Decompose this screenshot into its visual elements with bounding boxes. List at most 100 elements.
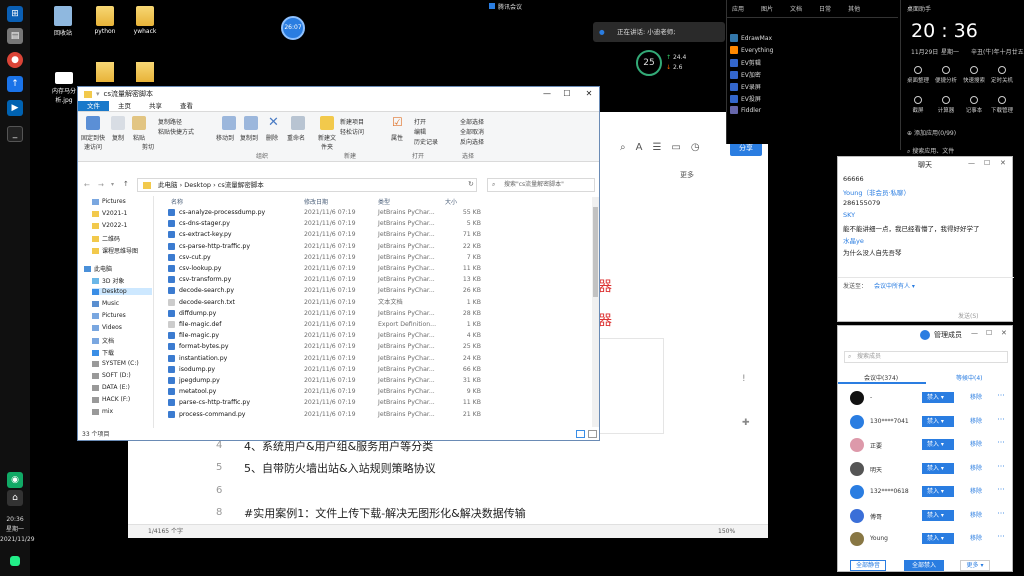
back-icon[interactable]: ← (84, 181, 90, 189)
forward-icon[interactable]: → (98, 181, 104, 189)
minimize-button[interactable]: — (971, 329, 978, 337)
quick-search[interactable]: 快速搜索 (961, 66, 987, 84)
send-button[interactable]: 发送(S) (958, 311, 979, 320)
file-row[interactable]: csv-cut.py 2021/11/6 07:19 JetBrains PyCha… (165, 252, 589, 263)
comment-icon[interactable]: ▭ (671, 142, 680, 153)
desktop-icon-ywhack[interactable]: ywhack (128, 6, 162, 35)
tab-view[interactable]: 查看 (171, 101, 202, 111)
nav-item[interactable]: SYSTEM (C:) (92, 360, 139, 367)
details-view-icon[interactable] (576, 430, 585, 438)
search-input[interactable]: ⌕ 搜索"cs流量解密脚本" (487, 178, 595, 192)
history-icon[interactable]: ◷ (691, 142, 700, 153)
delete-icon[interactable]: ✕ (268, 115, 279, 130)
properties-button[interactable]: 属性 (391, 133, 403, 142)
move-to-button[interactable]: 移动到 (216, 133, 234, 142)
more-icon[interactable]: ··· (994, 415, 1008, 427)
tab-in-meeting[interactable]: 会议中(374) (864, 373, 898, 382)
start-icon[interactable]: ⊞ (7, 6, 23, 22)
cut-button[interactable]: 剪切 (142, 142, 154, 151)
more-icon[interactable]: ··· (994, 509, 1008, 521)
add-comment-icon[interactable]: ✚ (742, 418, 750, 428)
tray-icon[interactable]: ◉ (7, 472, 23, 488)
list-icon[interactable]: ☰ (652, 142, 661, 153)
mute-all-button[interactable]: 全部静音 (850, 560, 886, 571)
apps-tab[interactable]: 图片 (761, 4, 773, 13)
folder-icon[interactable] (96, 62, 114, 82)
file-row[interactable]: format-bytes.py 2021/11/6 07:19 JetBrains … (165, 341, 589, 352)
admit-button[interactable]: 禁入 ▾ (922, 533, 954, 544)
apps-tab[interactable]: 日常 (819, 4, 831, 13)
nav-item[interactable]: V2022-1 (92, 222, 127, 229)
nav-item[interactable]: 文档 (92, 336, 114, 345)
quick-analyze[interactable]: 便捷分析 (933, 66, 959, 84)
nav-item[interactable]: 课程思维导图 (92, 246, 138, 255)
move-to-icon[interactable] (222, 116, 236, 130)
history-button[interactable]: 历史记录 (414, 137, 438, 146)
remove-button[interactable]: 移除 (962, 392, 990, 403)
nav-item[interactable]: Music (92, 300, 119, 307)
quick-screenshot[interactable]: 截屏 (905, 96, 931, 114)
maximize-button[interactable]: ☐ (984, 159, 990, 167)
tab-waiting[interactable]: 等候中(4) (956, 373, 983, 382)
nav-item[interactable]: 下载 (92, 348, 114, 357)
easy-access-button[interactable]: 轻松访问 (340, 127, 364, 136)
paste-icon[interactable] (132, 116, 146, 130)
nav-item[interactable]: HACK (F:) (92, 396, 130, 403)
folder-icon[interactable]: ▤ (7, 28, 23, 44)
open-button[interactable]: 打开 (414, 117, 426, 126)
admit-button[interactable]: 禁入 ▾ (922, 462, 954, 474)
tab-file[interactable]: 文件 (78, 101, 109, 111)
quick-download[interactable]: 下载管理 (989, 96, 1015, 114)
quick-shutdown[interactable]: 定时关机 (989, 66, 1015, 84)
terminal-icon[interactable]: _ (7, 126, 23, 142)
paste-button[interactable]: 粘贴 (133, 133, 145, 142)
file-row[interactable]: cs-extract-key.py 2021/11/6 07:19 JetBrain… (165, 229, 589, 240)
nav-item[interactable]: SOFT (D:) (92, 372, 131, 379)
file-row[interactable]: decode-search.py 2021/11/6 07:19 JetBrains… (165, 285, 589, 296)
copy-button[interactable]: 复制 (112, 133, 124, 142)
file-row[interactable]: jpegdump.py 2021/11/6 07:19 JetBrains PyCh… (165, 375, 589, 386)
copy-to-button[interactable]: 复制到 (240, 133, 258, 142)
file-row[interactable]: file-magic.py 2021/11/6 07:19 JetBrains Py… (165, 330, 589, 341)
recent-chevron-icon[interactable]: ▾ (111, 181, 114, 188)
search-icon[interactable]: ⌕ (620, 142, 626, 153)
member-row[interactable]: 132****0618 禁入 ▾ 移除 ··· (838, 482, 1014, 502)
app-item[interactable]: EV剪辑 (730, 58, 761, 67)
nav-item[interactable]: mix (92, 408, 113, 415)
column-header-size[interactable]: 大小 (445, 197, 457, 206)
more-icon[interactable]: ··· (994, 462, 1008, 474)
edit-button[interactable]: 编辑 (414, 127, 426, 136)
nav-item[interactable]: 二维码 (92, 234, 120, 243)
close-button[interactable]: ✕ (1001, 329, 1007, 337)
editor-line[interactable]: #实用案例1：文件上传下载-解决无图形化&解决数据传输 (244, 505, 526, 521)
admit-button[interactable]: 禁入 ▾ (922, 439, 954, 450)
app-item[interactable]: EdrawMax (730, 34, 772, 42)
nav-item-this-pc[interactable]: 此电脑 (84, 264, 112, 273)
quick-notepad[interactable]: 记事本 (961, 96, 987, 114)
tab-home[interactable]: 主页 (109, 101, 140, 111)
member-row[interactable]: Young 禁入 ▾ 移除 ··· (838, 529, 1014, 549)
file-row[interactable]: process-command.py 2021/11/6 07:19 JetBrai… (165, 409, 589, 420)
remove-button[interactable]: 移除 (962, 486, 990, 497)
member-row[interactable]: 傅哥 禁入 ▾ 移除 ··· (838, 506, 1014, 526)
new-item-button[interactable]: 新建项目 (340, 117, 364, 126)
editor-line[interactable]: 5、自带防火墙出站&入站规则策略协议 (244, 460, 436, 476)
remove-button[interactable]: 移除 (962, 510, 990, 521)
select-none-button[interactable]: 全部取消 (460, 127, 484, 136)
remove-button[interactable]: 移除 (962, 463, 990, 474)
breadcrumb[interactable]: cs流量解密脚本 (218, 181, 264, 189)
column-header-name[interactable]: 名称 (171, 197, 183, 206)
search-apps-input[interactable]: ⌕ 搜索应用、文件 (907, 146, 954, 156)
file-row[interactable]: isodump.py 2021/11/6 07:19 JetBrains PyCha… (165, 364, 589, 375)
meeting-pill[interactable]: 腾讯会议 (489, 1, 522, 11)
add-app-link[interactable]: ⊕ 添加应用(0/99) (907, 128, 956, 137)
timer-badge[interactable]: 26:07 (281, 16, 305, 40)
chrome-icon[interactable]: ● (7, 52, 23, 68)
file-row[interactable]: cs-parse-http-traffic.py 2021/11/6 07:19 J… (165, 241, 589, 252)
scroll-thumb[interactable] (593, 207, 598, 297)
admit-button[interactable]: 禁入 ▾ (922, 392, 954, 403)
rename-button[interactable]: 重命名 (287, 133, 305, 142)
nav-item[interactable]: Pictures (92, 198, 126, 205)
file-row[interactable]: csv-lookup.py 2021/11/6 07:19 JetBrains Py… (165, 263, 589, 274)
file-row[interactable]: metatool.py 2021/11/6 07:19 JetBrains PyCh… (165, 386, 589, 397)
